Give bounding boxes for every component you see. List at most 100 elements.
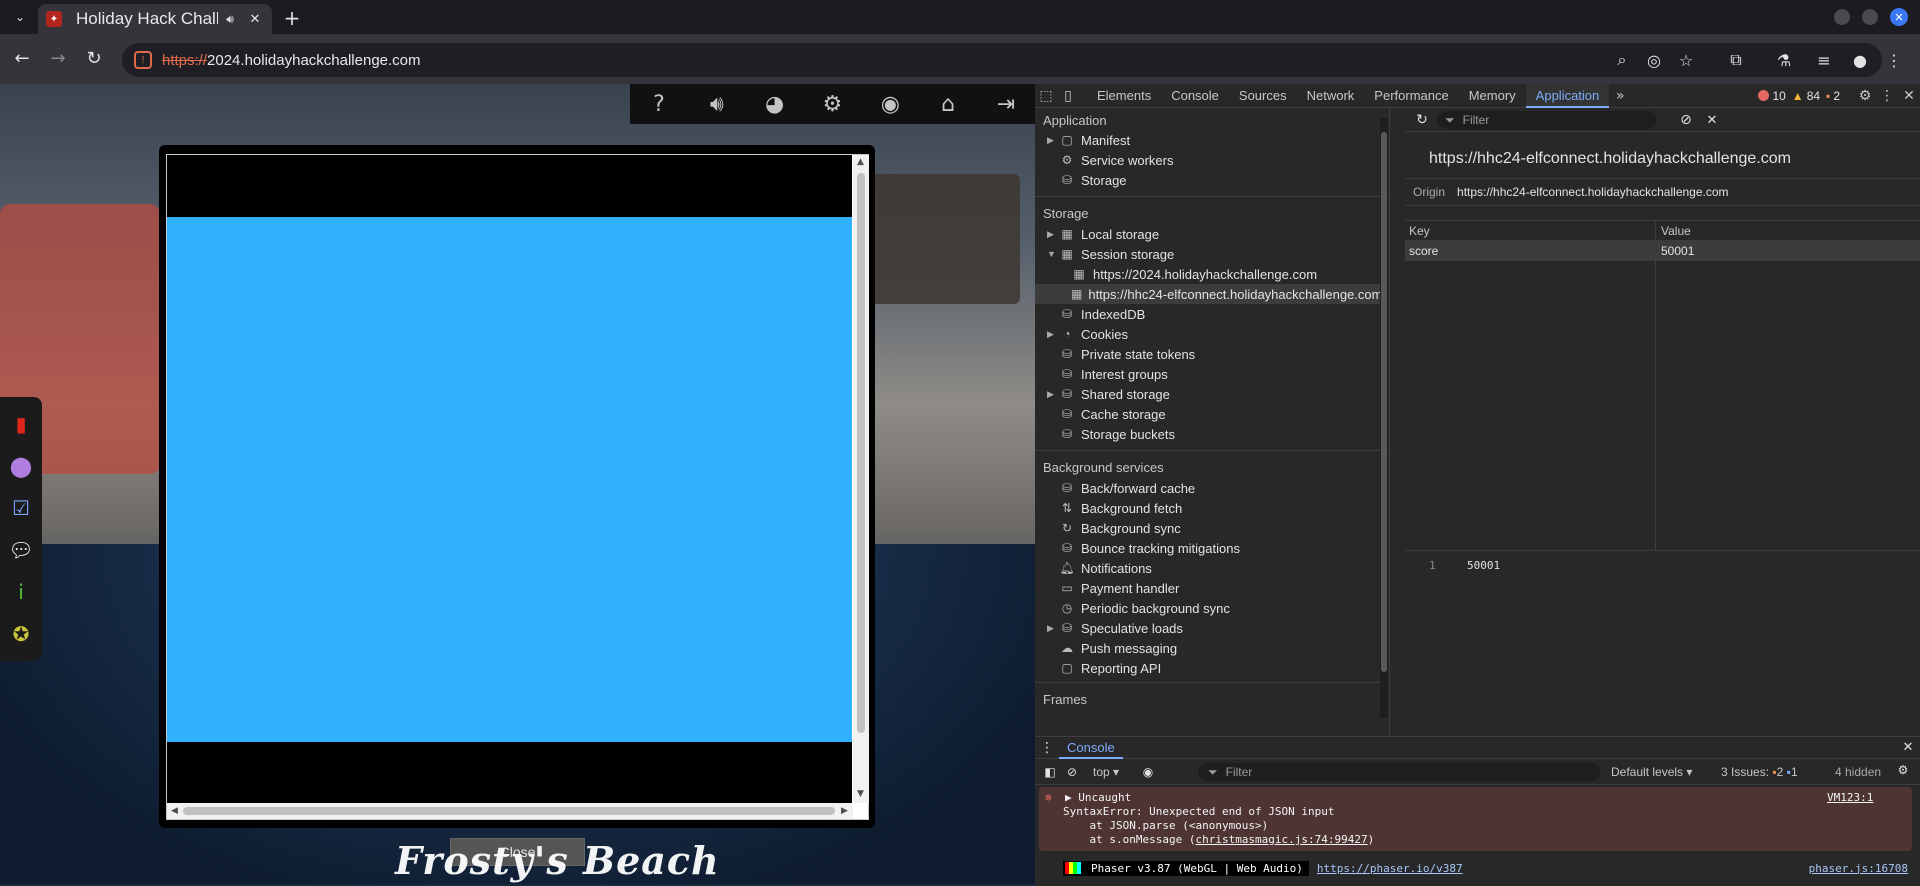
tree-service-workers[interactable]: ⚙ Service workers bbox=[1047, 150, 1174, 170]
forward-icon[interactable]: → bbox=[46, 46, 70, 70]
row-value[interactable]: 50001 bbox=[1661, 244, 1694, 258]
log-levels-dropdown[interactable]: Default levels ▾ bbox=[1611, 765, 1692, 779]
log-source-link[interactable]: phaser.js:16708 bbox=[1809, 862, 1908, 875]
tree-periodic-background-sync[interactable]: ◷ Periodic background sync bbox=[1047, 598, 1230, 618]
drawer-tab-console[interactable]: Console bbox=[1059, 737, 1123, 759]
tree-storage[interactable]: ⛁ Storage bbox=[1047, 170, 1127, 190]
console-sidebar-icon[interactable]: ◧ bbox=[1039, 765, 1061, 779]
volume-icon[interactable]: 🔊︎ bbox=[702, 89, 732, 119]
tree-storage-buckets[interactable]: ⛁ Storage buckets bbox=[1047, 424, 1175, 444]
minimize-button[interactable] bbox=[1834, 9, 1850, 25]
tab-memory[interactable]: Memory bbox=[1459, 84, 1526, 108]
tree-back-forward-cache[interactable]: ⛁ Back/forward cache bbox=[1047, 478, 1195, 498]
menu-kebab-icon[interactable]: ⋮ bbox=[1882, 48, 1906, 72]
tree-notifications[interactable]: 🔔︎ Notifications bbox=[1047, 558, 1151, 578]
map-pin-icon[interactable]: ⬤ bbox=[7, 452, 35, 480]
error-title[interactable]: ▶ Uncaught bbox=[1065, 791, 1131, 804]
extensions-icon[interactable]: ⧉ bbox=[1724, 48, 1748, 72]
tab-performance[interactable]: Performance bbox=[1364, 84, 1458, 108]
frame-game-canvas[interactable] bbox=[167, 217, 852, 742]
error-count-badge[interactable]: 10 bbox=[1758, 89, 1786, 103]
row-key[interactable]: score bbox=[1409, 244, 1438, 258]
storage-filter-input[interactable]: ⏷ Filter bbox=[1437, 111, 1657, 129]
tree-push-messaging[interactable]: ☁ Push messaging bbox=[1047, 638, 1177, 658]
sidebar-scroll-thumb[interactable] bbox=[1381, 132, 1387, 672]
reload-icon[interactable]: ↻ bbox=[82, 46, 106, 70]
tree-bounce-tracking[interactable]: ⛁ Bounce tracking mitigations bbox=[1047, 538, 1240, 558]
scroll-down-icon[interactable]: ▼ bbox=[857, 789, 864, 799]
tab-list-dropdown-icon[interactable]: ⌄ bbox=[8, 6, 32, 28]
tree-indexeddb[interactable]: ⛁ IndexedDB bbox=[1047, 304, 1145, 324]
issues-summary[interactable]: 3 Issues: ▪2 ▪1 bbox=[1721, 765, 1798, 779]
modal-iframe[interactable]: ▲ ▼ ◀ ▶ bbox=[166, 154, 869, 820]
more-tabs-icon[interactable]: » bbox=[1609, 88, 1631, 104]
chat-icon[interactable]: 💬︎ bbox=[7, 536, 35, 564]
horizontal-scroll-thumb[interactable] bbox=[183, 807, 835, 815]
tree-session-storage[interactable]: ▼ ▦ Session storage bbox=[1047, 244, 1174, 264]
not-secure-icon[interactable]: ! bbox=[134, 51, 152, 69]
tree-payment-handler[interactable]: ▭ Payment handler bbox=[1047, 578, 1179, 598]
book-icon[interactable]: ▮ bbox=[7, 410, 35, 438]
tab-console[interactable]: Console bbox=[1161, 84, 1229, 108]
drawer-menu-icon[interactable]: ⋮ bbox=[1035, 740, 1059, 756]
scroll-right-icon[interactable]: ▶ bbox=[841, 806, 848, 816]
home-icon[interactable]: ⌂ bbox=[933, 89, 963, 119]
scroll-left-icon[interactable]: ◀ bbox=[171, 806, 178, 816]
tree-private-state-tokens[interactable]: ⛁ Private state tokens bbox=[1047, 344, 1195, 364]
tree-interest-groups[interactable]: ⛁ Interest groups bbox=[1047, 364, 1168, 384]
tab-sources[interactable]: Sources bbox=[1229, 84, 1297, 108]
media-icon[interactable]: ≡ bbox=[1812, 48, 1836, 72]
scroll-up-icon[interactable]: ▲ bbox=[857, 157, 864, 167]
table-row[interactable]: score 50001 bbox=[1405, 241, 1920, 261]
issue-count-badge[interactable]: ▪ 2 bbox=[1826, 89, 1840, 103]
tab-network[interactable]: Network bbox=[1297, 84, 1365, 108]
device-toolbar-icon[interactable]: ▯ bbox=[1057, 88, 1079, 104]
warning-count-badge[interactable]: ▲ 84 bbox=[1792, 89, 1820, 103]
tab-elements[interactable]: Elements bbox=[1087, 84, 1161, 108]
logout-icon[interactable]: ⇥ bbox=[991, 89, 1021, 119]
help-icon[interactable]: ? bbox=[644, 89, 674, 119]
drawer-close-icon[interactable]: ✕ bbox=[1896, 740, 1920, 755]
profile-icon[interactable]: ● bbox=[1848, 48, 1872, 72]
bookmark-star-icon[interactable]: ☆ bbox=[1674, 48, 1698, 72]
tree-background-fetch[interactable]: ⇅ Background fetch bbox=[1047, 498, 1182, 518]
hide-icon[interactable]: ◎ bbox=[1642, 48, 1666, 72]
console-error-entry[interactable]: ⊗ ▶ Uncaught SyntaxError: Unexpected end… bbox=[1039, 787, 1912, 851]
settings-icon[interactable]: ⚙ bbox=[817, 89, 847, 119]
stack-source-link[interactable]: christmasmagic.js:74:99427 bbox=[1195, 833, 1367, 846]
sidebar-scrollbar[interactable] bbox=[1380, 118, 1388, 718]
tab-close-icon[interactable]: ✕ bbox=[246, 12, 264, 27]
checklist-icon[interactable]: ☑ bbox=[7, 494, 35, 522]
maximize-button[interactable] bbox=[1862, 9, 1878, 25]
clear-all-icon[interactable]: ⊘ bbox=[1677, 111, 1695, 129]
tree-local-storage[interactable]: ▶ ▦ Local storage bbox=[1047, 224, 1159, 244]
tree-session-origin-2024[interactable]: ▦ https://2024.holidayhackchallenge.com bbox=[1059, 264, 1317, 284]
badge-icon[interactable]: ✪ bbox=[7, 620, 35, 648]
column-key[interactable]: Key bbox=[1409, 224, 1430, 238]
refresh-icon[interactable]: ↻ bbox=[1413, 111, 1431, 129]
phaser-link[interactable]: https://phaser.io/v387 bbox=[1317, 862, 1463, 875]
labs-icon[interactable]: ⚗ bbox=[1772, 48, 1796, 72]
vertical-scrollbar[interactable]: ▲ ▼ bbox=[853, 155, 869, 803]
devtools-settings-icon[interactable]: ⚙ bbox=[1854, 88, 1876, 104]
new-tab-icon[interactable]: + bbox=[280, 6, 304, 30]
error-source-link[interactable]: VM123:1 bbox=[1827, 791, 1873, 804]
devtools-close-icon[interactable]: ✕ bbox=[1898, 88, 1920, 104]
browser-tab[interactable]: ✦ Holiday Hack Challenge 🔊︎ ✕ bbox=[38, 4, 272, 34]
discord-icon[interactable]: ◕ bbox=[760, 89, 790, 119]
info-icon[interactable]: i bbox=[7, 578, 35, 606]
profile-icon[interactable]: ◉ bbox=[875, 89, 905, 119]
context-selector[interactable]: top ▾ bbox=[1093, 765, 1119, 779]
console-filter-input[interactable]: ⏷ Filter bbox=[1198, 763, 1600, 781]
clear-console-icon[interactable]: ⊘ bbox=[1061, 765, 1083, 779]
console-settings-icon[interactable]: ⚙ bbox=[1893, 763, 1913, 777]
tree-session-origin-elfconnect[interactable]: ▦ https://hhc24-elfconnect.holidayhackcha… bbox=[1035, 284, 1382, 304]
close-window-button[interactable]: ✕ bbox=[1890, 8, 1908, 26]
tree-cookies[interactable]: ▶ ◔ Cookies bbox=[1047, 324, 1128, 344]
tree-speculative-loads[interactable]: ▶ ⛁ Speculative loads bbox=[1047, 618, 1183, 638]
column-value[interactable]: Value bbox=[1661, 224, 1691, 238]
zoom-icon[interactable]: ⌕ bbox=[1610, 48, 1634, 72]
delete-selected-icon[interactable]: ✕ bbox=[1703, 111, 1721, 129]
tree-shared-storage[interactable]: ▶ ⛁ Shared storage bbox=[1047, 384, 1170, 404]
tree-reporting-api[interactable]: ▢ Reporting API bbox=[1047, 658, 1161, 678]
